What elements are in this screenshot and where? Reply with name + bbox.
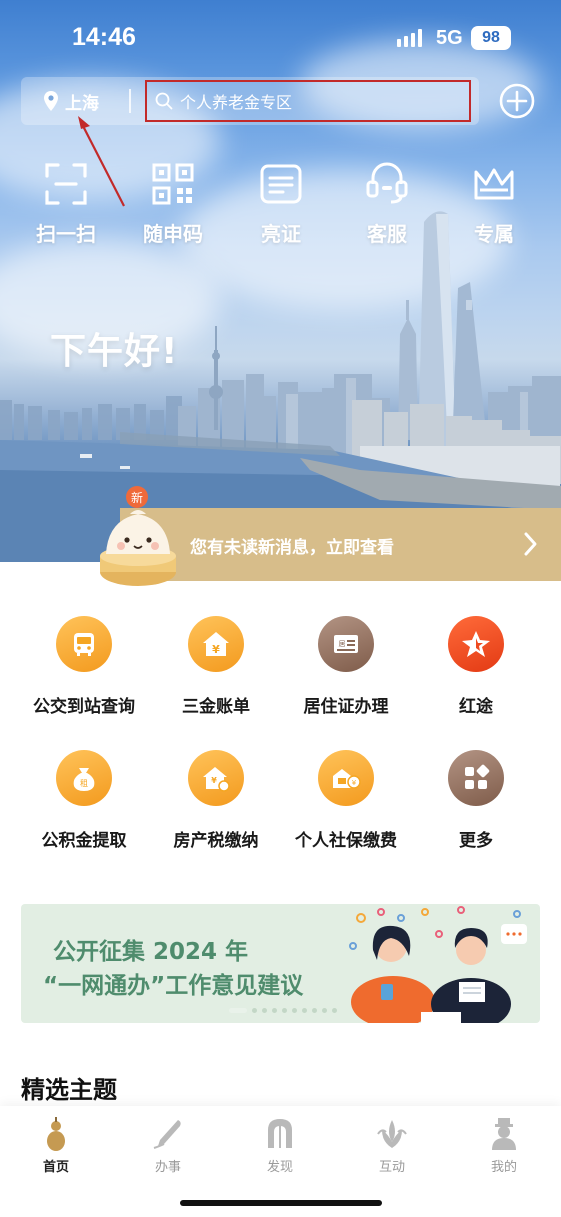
customer-service-icon bbox=[366, 162, 408, 204]
service-icon-circle: ¥ bbox=[318, 750, 374, 806]
service-label: 三金账单 bbox=[182, 697, 250, 717]
add-button[interactable] bbox=[499, 83, 535, 119]
quick-actions: 扫一扫 随申码 亮证 客服 专属 bbox=[0, 158, 561, 258]
quick-action-label: 随申码 bbox=[143, 222, 203, 246]
svg-text:¥: ¥ bbox=[212, 643, 220, 656]
location-label: 上海 bbox=[65, 93, 99, 114]
scan-icon bbox=[45, 163, 87, 205]
service-label: 房产税缴纳 bbox=[173, 831, 259, 851]
quick-action-scan[interactable]: 扫一扫 bbox=[21, 158, 111, 247]
service-icon-circle: ¥ bbox=[188, 616, 244, 672]
residence-permit-icon: 居 bbox=[334, 635, 358, 653]
social-security-icon: ¥ bbox=[333, 769, 361, 789]
tab-label: 发现 bbox=[266, 1160, 293, 1175]
tab-label: 我的 bbox=[490, 1160, 517, 1175]
new-badge: 新 bbox=[131, 490, 143, 505]
profile-icon bbox=[492, 1118, 516, 1150]
tab-profile[interactable]: 我的 bbox=[448, 1116, 560, 1175]
service-label: 红途 bbox=[459, 697, 493, 717]
service-label: 公交到站查询 bbox=[33, 697, 135, 717]
tab-label: 办事 bbox=[154, 1160, 181, 1175]
tab-home[interactable]: 首页 bbox=[0, 1116, 112, 1175]
network-label: 5G bbox=[436, 27, 463, 49]
svg-text:租: 租 bbox=[80, 779, 88, 788]
promo-headline: 公开征集 2024 年 bbox=[53, 939, 249, 965]
signal-icon bbox=[397, 29, 422, 47]
svg-text:¥: ¥ bbox=[211, 776, 217, 785]
header-bar: 上海 个人养老金专区 bbox=[21, 77, 479, 125]
battery-indicator: 98 bbox=[471, 26, 511, 50]
search-input[interactable]: 个人养老金专区 bbox=[145, 80, 471, 122]
quick-action-label: 客服 bbox=[367, 222, 407, 246]
service-icon-circle bbox=[448, 616, 504, 672]
location-pin-icon bbox=[44, 91, 58, 111]
gourd-home-icon bbox=[47, 1117, 65, 1151]
service-icon-circle: 居 bbox=[318, 616, 374, 672]
more-apps-icon bbox=[465, 764, 490, 789]
tab-label: 首页 bbox=[42, 1160, 69, 1175]
chevron-right-icon bbox=[524, 532, 537, 556]
service-bus-arrival[interactable]: 公交到站查询 bbox=[14, 616, 154, 717]
status-bar: 14:46 5G 98 bbox=[0, 0, 561, 76]
service-social-security[interactable]: ¥ 个人社保缴费 bbox=[276, 750, 416, 851]
promo-banner[interactable]: 公开征集 2024 年 “一网通办”工作意见建议 bbox=[21, 904, 540, 1023]
svg-text:¥: ¥ bbox=[352, 779, 357, 787]
mascot-bun-icon: 新 bbox=[100, 486, 176, 586]
quick-action-qr-code[interactable]: 随申码 bbox=[128, 158, 218, 247]
service-icon-circle: ¥ bbox=[188, 750, 244, 806]
tab-interact[interactable]: 互动 bbox=[336, 1116, 448, 1175]
svg-text:居: 居 bbox=[339, 640, 346, 648]
service-three-fund-bill[interactable]: ¥ 三金账单 bbox=[146, 616, 286, 717]
service-property-tax[interactable]: ¥ 房产税缴纳 bbox=[146, 750, 286, 851]
quick-action-label: 亮证 bbox=[261, 222, 301, 246]
search-placeholder: 个人养老金专区 bbox=[180, 93, 293, 112]
quick-action-customer-service[interactable]: 客服 bbox=[342, 158, 432, 247]
tab-label: 互动 bbox=[378, 1160, 405, 1175]
service-label: 公积金提取 bbox=[41, 831, 127, 851]
service-more[interactable]: 更多 bbox=[406, 750, 546, 851]
promo-illustration bbox=[349, 906, 527, 1023]
tab-services[interactable]: 办事 bbox=[112, 1116, 224, 1175]
tab-discover[interactable]: 发现 bbox=[224, 1116, 336, 1175]
house-tax-icon: ¥ bbox=[203, 767, 230, 792]
hero-banner: 14:46 5G 98 上海 个人养老金专区 扫一扫 随申码 亮证 客服 专属 … bbox=[0, 0, 561, 562]
certificate-icon bbox=[260, 164, 302, 204]
service-label: 更多 bbox=[459, 831, 493, 851]
quick-action-exclusive[interactable]: 专属 bbox=[449, 158, 539, 247]
red-star-icon bbox=[462, 631, 490, 657]
header-divider bbox=[129, 89, 131, 113]
service-icon-circle bbox=[448, 750, 504, 806]
promo-subheadline: “一网通办”工作意见建议 bbox=[43, 973, 304, 999]
service-label: 个人社保缴费 bbox=[295, 831, 397, 851]
home-indicator bbox=[180, 1200, 382, 1206]
service-red-route[interactable]: 红途 bbox=[406, 616, 546, 717]
magnolia-icon bbox=[377, 1120, 407, 1148]
service-label: 居住证办理 bbox=[303, 697, 389, 717]
unread-message-banner[interactable]: 您有未读新消息，立即查看 bbox=[120, 508, 561, 581]
service-icon-circle: 租 bbox=[56, 750, 112, 806]
quick-action-label: 专属 bbox=[474, 222, 514, 246]
house-yen-icon: ¥ bbox=[203, 632, 229, 656]
location-selector[interactable]: 上海 bbox=[43, 89, 99, 114]
service-housing-fund[interactable]: 租 公积金提取 bbox=[14, 750, 154, 851]
service-residence-permit[interactable]: 居 居住证办理 bbox=[276, 616, 416, 717]
status-time: 14:46 bbox=[72, 23, 136, 51]
search-icon bbox=[155, 92, 173, 110]
service-icon-circle bbox=[56, 616, 112, 672]
service-grid: 公交到站查询 ¥ 三金账单 居 居住证办理 红途 租 公积金提取 ¥ 房产税缴纳… bbox=[0, 612, 561, 862]
quick-action-label: 扫一扫 bbox=[36, 222, 96, 246]
pen-icon bbox=[153, 1120, 181, 1149]
money-bag-icon: 租 bbox=[73, 768, 95, 791]
arch-icon bbox=[268, 1119, 292, 1148]
bus-icon bbox=[74, 633, 94, 656]
notice-text: 您有未读新消息，立即查看 bbox=[190, 538, 394, 558]
quick-action-certificate[interactable]: 亮证 bbox=[236, 158, 326, 247]
qr-code-icon bbox=[152, 163, 194, 205]
mascot: 新 bbox=[96, 484, 180, 588]
crown-icon bbox=[474, 168, 514, 200]
carousel-indicator bbox=[229, 1008, 337, 1013]
greeting-text: 下午好! bbox=[50, 331, 179, 372]
section-title: 精选主题 bbox=[21, 1076, 117, 1104]
